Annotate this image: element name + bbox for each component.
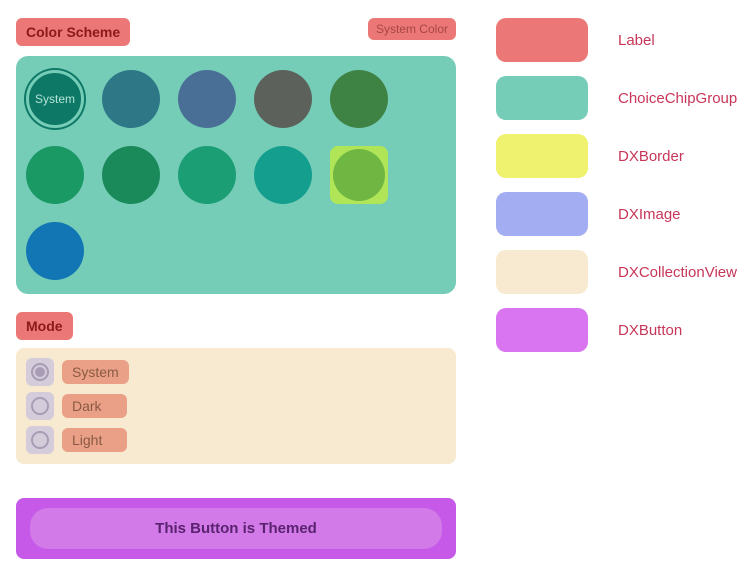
chip-color-0[interactable]: [102, 70, 160, 128]
chip-color-4[interactable]: [26, 146, 84, 204]
legend-swatch: [496, 192, 588, 236]
legend-item: DXBorder: [496, 134, 737, 178]
legend-item: DXImage: [496, 192, 737, 236]
chip-color-3[interactable]: [330, 70, 388, 128]
legend: Label ChoiceChipGroup DXBorder DXImage DXCol…: [496, 18, 737, 352]
mode-radio-dark[interactable]: [26, 392, 54, 420]
color-scheme-label: Color Scheme: [16, 18, 130, 46]
legend-swatch: [496, 308, 588, 352]
chip-color-6[interactable]: [178, 146, 236, 204]
mode-row: Light: [26, 426, 446, 454]
legend-item: DXButton: [496, 308, 737, 352]
chip-color-7[interactable]: [254, 146, 312, 204]
legend-swatch: [496, 134, 588, 178]
legend-item: DXCollectionView: [496, 250, 737, 294]
choice-chip-group: System: [16, 56, 456, 294]
chip-system[interactable]: System: [26, 70, 84, 128]
chip-color-9[interactable]: [26, 222, 84, 280]
mode-collection-view: System Dark Light: [16, 348, 456, 464]
legend-label: DXBorder: [618, 148, 684, 165]
mode-option-system[interactable]: System: [62, 360, 129, 384]
chip-color-5[interactable]: [102, 146, 160, 204]
mode-radio-system[interactable]: [26, 358, 54, 386]
legend-swatch: [496, 250, 588, 294]
mode-row: Dark: [26, 392, 446, 420]
legend-item: ChoiceChipGroup: [496, 76, 737, 120]
legend-label: DXCollectionView: [618, 264, 737, 281]
chip-color-1[interactable]: [178, 70, 236, 128]
mode-radio-light[interactable]: [26, 426, 54, 454]
mode-row: System: [26, 358, 446, 386]
mode-option-light[interactable]: Light: [62, 428, 127, 452]
chip-color-8[interactable]: [330, 146, 388, 204]
legend-label: ChoiceChipGroup: [618, 90, 737, 107]
legend-label: Label: [618, 32, 655, 49]
mode-label: Mode: [16, 312, 73, 340]
legend-swatch: [496, 76, 588, 120]
legend-label: DXButton: [618, 322, 682, 339]
legend-item: Label: [496, 18, 737, 62]
chip-color-2[interactable]: [254, 70, 312, 128]
legend-swatch: [496, 18, 588, 62]
themed-button-border: This Button is Themed: [16, 498, 456, 559]
system-color-label: System Color: [368, 18, 456, 40]
themed-button[interactable]: This Button is Themed: [30, 508, 442, 549]
mode-option-dark[interactable]: Dark: [62, 394, 127, 418]
legend-label: DXImage: [618, 206, 681, 223]
